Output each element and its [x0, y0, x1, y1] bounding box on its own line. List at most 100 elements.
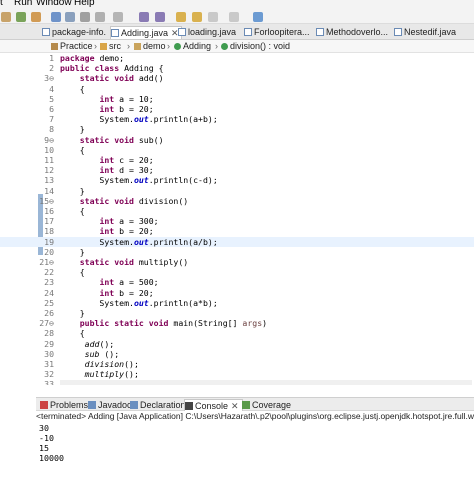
open-perspective-icon[interactable] [253, 12, 263, 22]
tab-javadoc[interactable]: Javadoc [88, 399, 132, 411]
tab-adding-java[interactable]: Adding.java ✕ [110, 26, 182, 39]
java-file-icon [42, 28, 50, 36]
code-line[interactable]: 30 sub (); [0, 349, 474, 359]
code-line[interactable]: 10 { [0, 145, 474, 155]
breadcrumb: Practice › src › demo › Adding › divisio… [0, 40, 474, 53]
highlight-icon[interactable] [51, 12, 61, 22]
editor-tab-bar: package-info... Adding.java ✕ loading.jav… [0, 24, 474, 40]
code-line[interactable]: 28 { [0, 328, 474, 338]
code-line[interactable]: 2 public class Adding { [0, 63, 474, 73]
console-line: 30 [39, 423, 49, 433]
line-number: 28 [44, 328, 54, 339]
code-line[interactable]: 24 int b = 20; [0, 288, 474, 298]
open-folder-icon[interactable] [1, 12, 11, 22]
code-line[interactable]: 18 int b = 20; [0, 226, 474, 236]
line-number: 25 [44, 297, 54, 308]
code-line[interactable]: 13 System.out.println(c-d); [0, 175, 474, 185]
breadcrumb-class[interactable]: Adding [174, 40, 211, 53]
code-line[interactable]: 3⊖ static void add() [0, 73, 474, 83]
menu-item-help[interactable]: Help [74, 0, 95, 8]
last-edit-icon[interactable] [176, 12, 186, 22]
code-editor[interactable]: 1 package demo; 2 public class Adding {3⊖ s… [0, 53, 474, 385]
line-number: 30 [44, 348, 54, 359]
line-number: 16 [44, 206, 54, 216]
code-line[interactable]: 21⊖ static void multiply() [0, 257, 474, 267]
breadcrumb-project[interactable]: Practice [51, 40, 93, 53]
code-line[interactable]: 31 division(); [0, 359, 474, 369]
build-icon[interactable] [16, 12, 26, 22]
tab-coverage[interactable]: Coverage [242, 399, 291, 411]
menu-item-window[interactable]: Window [36, 0, 72, 8]
code-line[interactable]: 20 } [0, 247, 474, 257]
code-line[interactable]: 11 int c = 20; [0, 155, 474, 165]
block-select-icon[interactable] [65, 12, 75, 22]
code-line[interactable]: 25 System.out.println(a*b); [0, 298, 474, 308]
code-text: public static void main(String[] args) [79, 318, 268, 329]
tab-console[interactable]: Console ✕ [184, 399, 243, 411]
tab-label: Problems [50, 400, 89, 410]
code-line[interactable]: 26 } [0, 308, 474, 318]
tab-problems[interactable]: Problems [40, 399, 88, 411]
code-line[interactable]: 8 } [0, 124, 474, 134]
menu-bar: t Run Window Help [0, 0, 474, 10]
class-icon [174, 43, 181, 50]
code-line[interactable]: 27⊖ public static void main(String[] arg… [0, 318, 474, 328]
line-number: 1 [49, 53, 54, 63]
tab-forloopitera[interactable]: Forloopitera... [244, 26, 310, 39]
console-line: 10000 [39, 453, 64, 463]
tab-nestedif-java[interactable]: Nestedif.java [394, 26, 464, 39]
code-line[interactable]: 14 } [0, 186, 474, 196]
tab-label: Adding.java [121, 28, 169, 38]
close-icon[interactable]: ✕ [231, 401, 239, 411]
line-number: 6 [49, 104, 54, 114]
wand-icon[interactable] [31, 12, 41, 22]
console-output[interactable]: 30 -10 15 10000 [36, 422, 474, 487]
tab-label: Coverage [252, 400, 292, 410]
code-line[interactable]: 4 { [0, 84, 474, 94]
breadcrumb-src[interactable]: src [100, 40, 121, 53]
code-line[interactable]: 9⊖ static void sub() [0, 135, 474, 145]
tab-label: loading.java [188, 27, 237, 37]
line-number: 11 [44, 155, 54, 165]
forward-arrow-icon[interactable] [229, 12, 239, 22]
chevron-right-icon: › [94, 41, 97, 51]
code-line[interactable]: 17 int a = 300; [0, 216, 474, 226]
breadcrumb-label: demo [143, 41, 166, 51]
menu-item-run[interactable]: Run [14, 0, 32, 8]
code-text: { [60, 83, 85, 94]
tab-label: Declaration [140, 400, 186, 410]
tab-methodoverlo[interactable]: Methodoverlo... [316, 26, 388, 39]
code-line[interactable]: 29 add(); [0, 339, 474, 349]
whitespace-icon[interactable] [80, 12, 90, 22]
code-text: int b = 20; [99, 104, 154, 114]
code-line[interactable]: 16 { [0, 206, 474, 216]
annotation-next-icon[interactable] [139, 12, 149, 22]
code-line[interactable]: 22 { [0, 267, 474, 277]
forward-icon[interactable] [208, 12, 218, 22]
annotation-prev-icon[interactable] [155, 12, 165, 22]
tab-declaration[interactable]: Declaration [130, 399, 186, 411]
back-icon[interactable] [192, 12, 202, 22]
code-line[interactable]: 6 int b = 20; [0, 104, 474, 114]
code-line[interactable]: 19 System.out.println(a/b); [0, 236, 474, 247]
code-line[interactable]: 15⊖ static void division() [0, 196, 474, 206]
toolbar [0, 10, 474, 24]
horizontal-scrollbar[interactable] [60, 380, 472, 385]
code-line[interactable]: 5 int a = 10; [0, 94, 474, 104]
show-whitespace-icon[interactable] [95, 12, 105, 22]
code-line[interactable]: 1 package demo; [0, 53, 474, 63]
code-line[interactable]: 12 int d = 30; [0, 165, 474, 175]
code-line[interactable]: 23 int a = 500; [0, 277, 474, 287]
pilcrow-icon[interactable] [113, 12, 123, 22]
tab-label: Methodoverlo... [326, 27, 388, 37]
tab-package-info[interactable]: package-info... [42, 26, 106, 39]
code-line[interactable]: 32 multiply(); [0, 369, 474, 379]
breadcrumb-package[interactable]: demo [134, 40, 166, 53]
menu-item-partial[interactable]: t [0, 0, 3, 8]
code-text: } [60, 246, 85, 257]
breadcrumb-method[interactable]: division() : void [221, 40, 290, 53]
code-line[interactable]: 7 System.out.println(a+b); [0, 114, 474, 124]
code-text: static void sub() [79, 134, 164, 145]
code-text: int d = 30; [99, 165, 154, 176]
tab-loading-java[interactable]: loading.java [178, 26, 238, 39]
